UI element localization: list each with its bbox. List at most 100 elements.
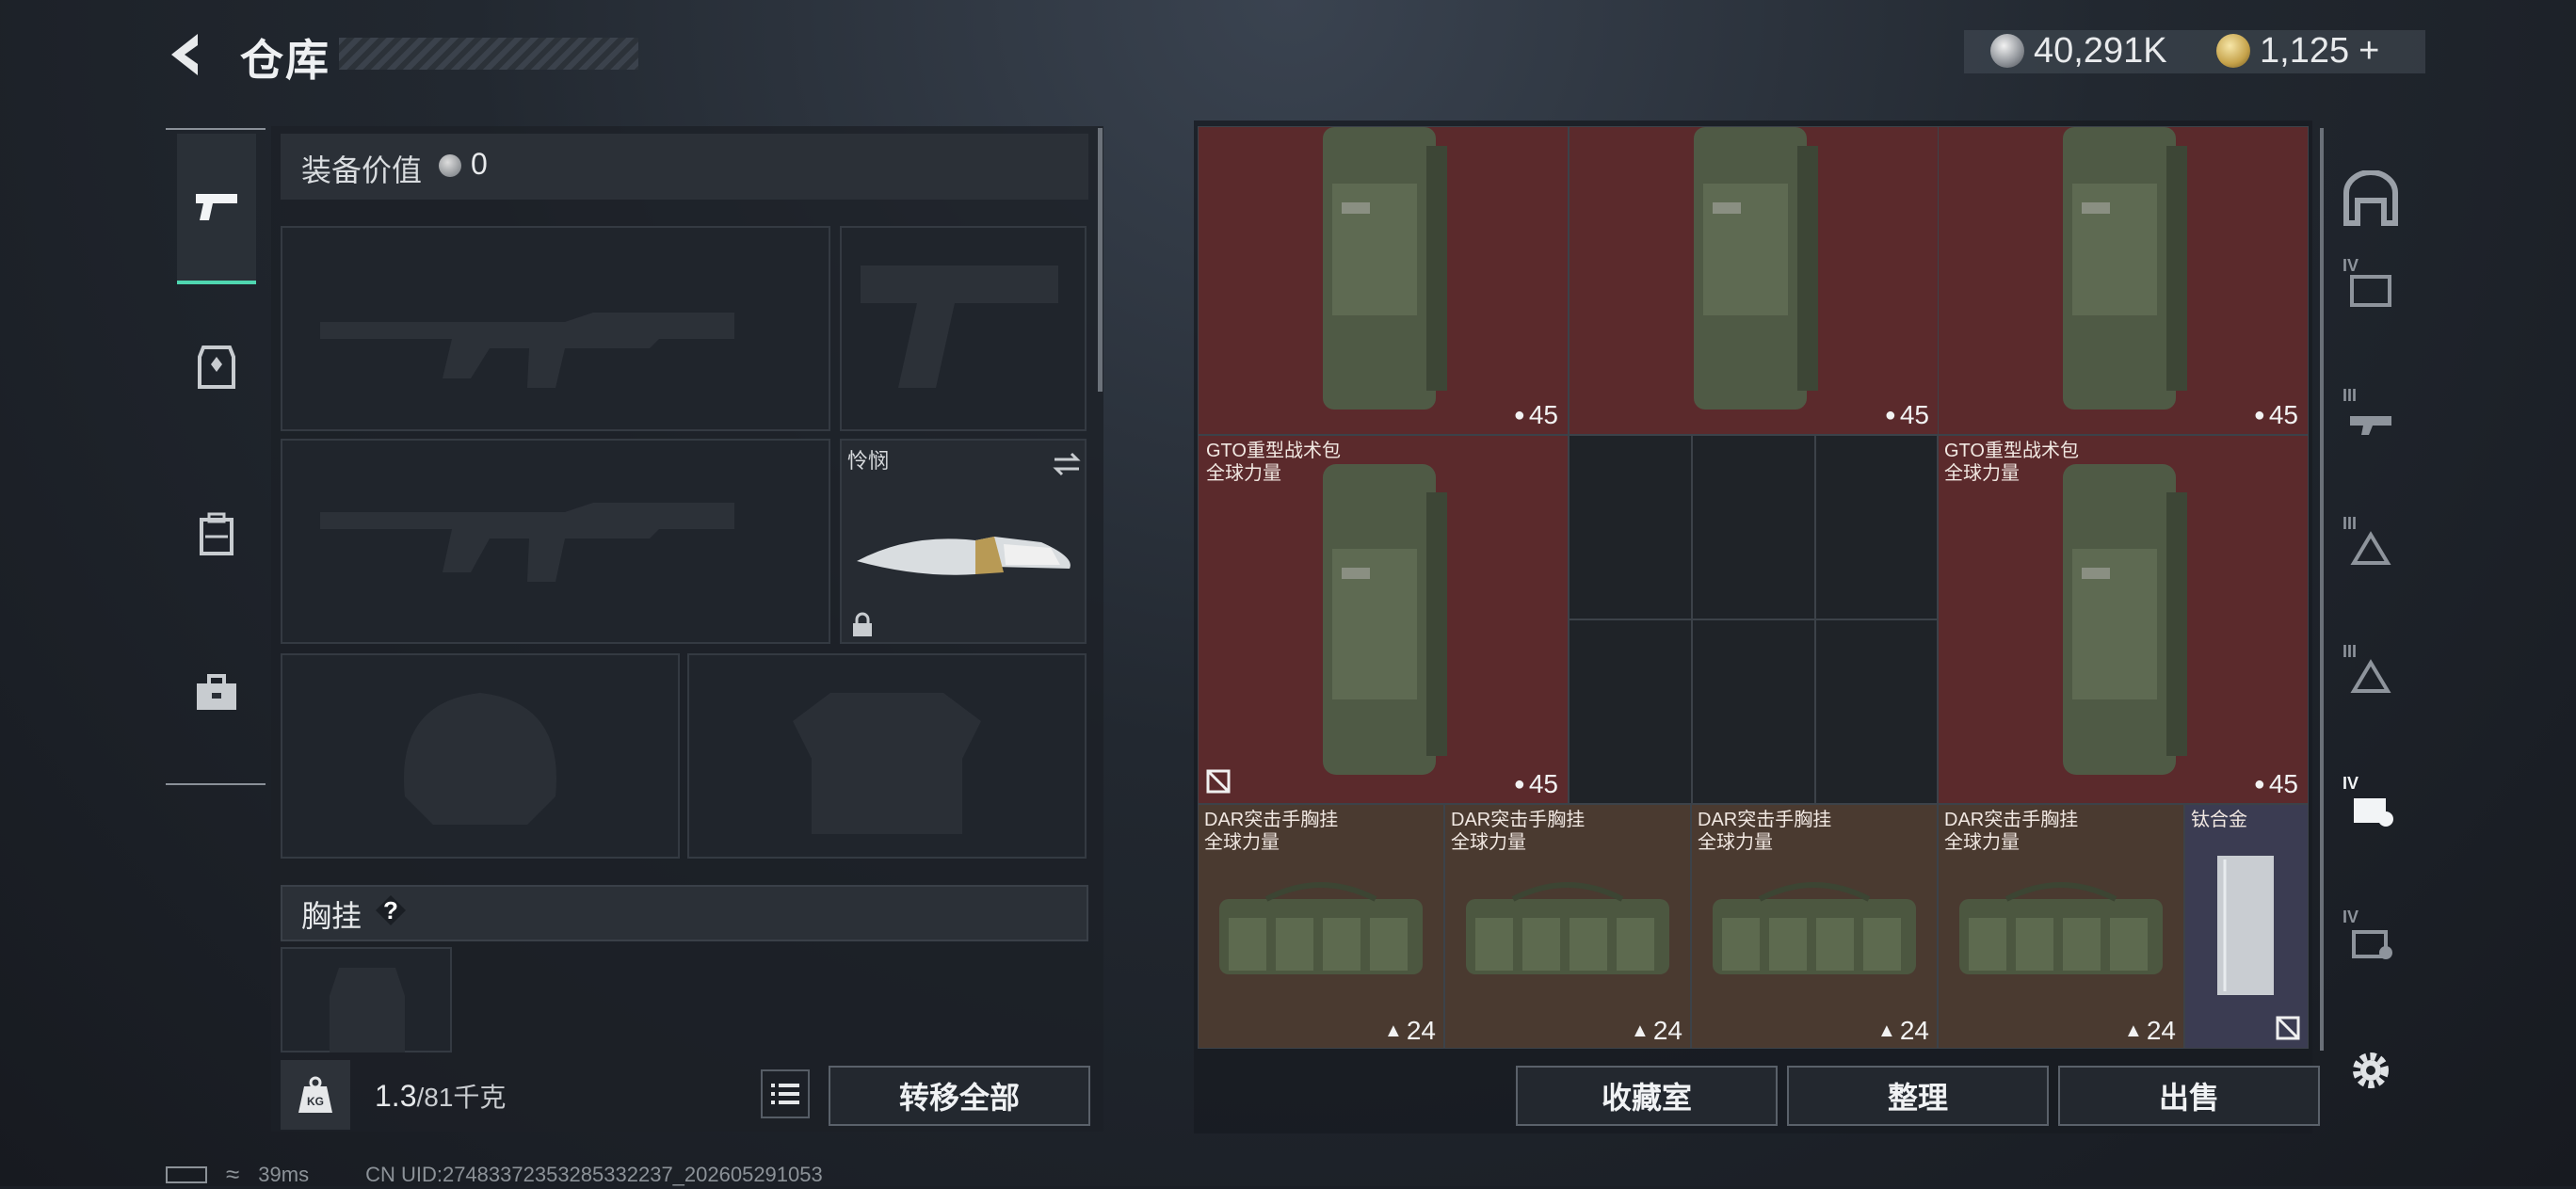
stash-item-chest-rig[interactable]: DAR突击手胸挂 全球力量 ▲ 24 xyxy=(1691,804,1938,1049)
weight-unit: 千克 xyxy=(453,1083,507,1112)
item-count: ● 45 xyxy=(2253,769,2298,798)
item-source: 全球力量 xyxy=(1698,832,1773,853)
gear-icon xyxy=(2353,1052,2389,1088)
item-count: ● 45 xyxy=(1513,400,1558,429)
nav-backpack[interactable] xyxy=(177,459,256,610)
titanium-plate-image xyxy=(2217,856,2274,995)
item-source: 全球力量 xyxy=(1204,832,1280,853)
gold-currency[interactable]: 1,125 + xyxy=(2216,28,2379,73)
primary-weapon-slot[interactable] xyxy=(281,226,830,431)
item-count: ▲ 24 xyxy=(1384,1016,1436,1045)
item-count: ● 45 xyxy=(2253,400,2298,429)
nav-toolbox[interactable] xyxy=(177,618,256,768)
settings-button[interactable] xyxy=(2329,1019,2412,1122)
sell-button[interactable]: 出售 xyxy=(2058,1066,2320,1126)
vest-small-icon: ▲ xyxy=(1877,1020,1896,1041)
gold-coin-icon xyxy=(2216,34,2250,68)
body-armor-slot[interactable] xyxy=(687,653,1087,859)
backpack-image xyxy=(2063,127,2187,410)
rifle-silhouette-icon xyxy=(320,313,734,388)
stash-item-chest-rig[interactable]: DAR突击手胸挂 全球力量 ▲ 24 xyxy=(1938,804,2184,1049)
silver-currency[interactable]: 40,291K xyxy=(1990,28,2167,73)
wifi-icon: ≈ xyxy=(226,1160,240,1188)
item-name: DAR突击手胸挂 xyxy=(1204,810,1339,830)
chest-rig-image xyxy=(1466,882,1669,974)
item-count: ● 45 xyxy=(1884,400,1929,429)
stash-item-backpack[interactable]: GTO重型战术包 全球力量 ● 45 xyxy=(1938,435,2309,804)
vest-small-icon: ▲ xyxy=(1384,1020,1403,1041)
vest-label: 胸挂 xyxy=(301,899,362,933)
stash-item-chest-rig[interactable]: DAR突击手胸挂 全球力量 ▲ 24 xyxy=(1198,804,1444,1049)
add-gold-button[interactable]: + xyxy=(2359,31,2379,72)
stash-item-backpack[interactable]: GTO重型战术包 全球力量 ● 45 xyxy=(1198,435,1569,804)
chest-rig-image xyxy=(1959,882,2163,974)
item-count: ▲ 24 xyxy=(2124,1016,2176,1045)
stash-tab-6[interactable]: IV xyxy=(2329,887,2412,990)
gold-amount: 1,125 xyxy=(2260,30,2350,71)
chest-rig-slot[interactable] xyxy=(281,947,452,1052)
backpack-icon xyxy=(200,512,233,555)
knife-icon xyxy=(857,537,1071,575)
list-icon xyxy=(771,1084,799,1104)
silver-coin-icon xyxy=(439,154,461,177)
melee-slot[interactable]: 怜悯 xyxy=(840,439,1087,644)
equipment-scrollbar[interactable] xyxy=(1098,128,1103,392)
weight-small-icon: ● xyxy=(1513,773,1525,795)
backpack-image xyxy=(1323,127,1447,410)
stash-scrollbar[interactable] xyxy=(2320,128,2324,1051)
weight-small-icon: ● xyxy=(1884,404,1896,426)
stash-item-backpack[interactable]: ● 45 xyxy=(1938,126,2309,435)
nav-weapons[interactable] xyxy=(177,134,256,284)
stash-tab-1[interactable]: IV xyxy=(2329,235,2412,339)
item-count: ● 45 xyxy=(1513,769,1558,798)
stash-item-titanium[interactable]: 钛合金 xyxy=(2184,804,2309,1049)
helmet-silhouette-icon xyxy=(404,693,556,825)
stash-empty-cell[interactable] xyxy=(1569,619,1692,804)
tier-label: IV xyxy=(2343,256,2359,275)
weight-small-icon: ● xyxy=(1513,404,1525,426)
item-name: DAR突击手胸挂 xyxy=(1944,810,2079,830)
armor-icon xyxy=(198,345,235,389)
stash-tab-3[interactable]: III xyxy=(2329,493,2412,597)
stash-tab-2[interactable]: III xyxy=(2329,365,2412,469)
stash-tab-5-active[interactable]: IV xyxy=(2329,753,2412,857)
stash-item-chest-rig[interactable]: DAR突击手胸挂 全球力量 ▲ 24 xyxy=(1444,804,1691,1049)
stash-empty-cell[interactable] xyxy=(1692,435,1815,619)
weight-current: 1.3 xyxy=(375,1079,417,1113)
stash-item-backpack[interactable]: ● 45 xyxy=(1198,126,1569,435)
pistol-silhouette-icon xyxy=(861,265,1058,388)
title-decoration xyxy=(339,38,638,70)
tier-label: III xyxy=(2343,642,2358,661)
stash-empty-cell[interactable] xyxy=(1569,435,1692,619)
sort-button[interactable]: 整理 xyxy=(1787,1066,2049,1126)
swap-icon[interactable] xyxy=(1051,450,1083,478)
silver-coin-icon xyxy=(1990,34,2024,68)
help-mark: ? xyxy=(383,895,398,924)
secondary-weapon-slot[interactable] xyxy=(281,439,830,644)
stash-empty-cell[interactable] xyxy=(1815,435,1938,619)
helmet-slot[interactable] xyxy=(281,653,680,859)
stash-tab-4[interactable]: III xyxy=(2329,621,2412,725)
warehouse-icon xyxy=(2343,170,2398,226)
stash-item-backpack[interactable]: ● 45 xyxy=(1569,126,1940,435)
nav-armor[interactable] xyxy=(177,292,256,442)
weight-max: /81 xyxy=(416,1083,454,1112)
help-icon[interactable]: ? xyxy=(375,894,407,926)
tier-label: IV xyxy=(2343,908,2359,926)
pistol-icon xyxy=(196,194,237,220)
no-trade-icon xyxy=(1206,769,1231,794)
back-arrow-icon[interactable] xyxy=(162,28,215,81)
transfer-all-button[interactable]: 转移全部 xyxy=(829,1066,1090,1126)
equipment-value: 0 xyxy=(471,147,488,181)
page-title: 仓库 xyxy=(240,36,330,85)
weight-small-icon: ● xyxy=(2253,404,2265,426)
weight-icon: KG xyxy=(281,1060,350,1130)
item-source: 全球力量 xyxy=(1944,832,2020,853)
backpack-image xyxy=(2063,464,2187,775)
stash-empty-cell[interactable] xyxy=(1692,619,1815,804)
sidearm-slot[interactable] xyxy=(840,226,1087,431)
item-name: DAR突击手胸挂 xyxy=(1698,810,1832,830)
stash-empty-cell[interactable] xyxy=(1815,619,1938,804)
list-view-button[interactable] xyxy=(761,1069,810,1118)
collection-room-button[interactable]: 收藏室 xyxy=(1516,1066,1778,1126)
